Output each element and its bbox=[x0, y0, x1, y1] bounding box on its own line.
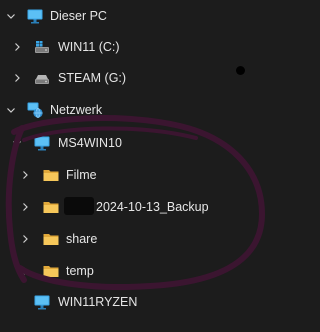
windows-drive-icon bbox=[35, 41, 49, 53]
tree-item-label: Filme bbox=[66, 168, 97, 182]
tree-item-filme[interactable]: Filme bbox=[0, 161, 291, 189]
monitor-icon bbox=[34, 136, 50, 151]
annotation-dot bbox=[236, 66, 245, 75]
chevron-right-icon[interactable] bbox=[20, 170, 30, 180]
monitor-icon bbox=[34, 295, 50, 310]
folder-icon bbox=[43, 202, 59, 213]
tree-item-share[interactable]: share bbox=[0, 225, 291, 253]
tree-item-label: STEAM (G:) bbox=[58, 71, 127, 85]
chevron-right-icon[interactable] bbox=[20, 202, 30, 212]
chevron-right-icon[interactable] bbox=[12, 42, 22, 52]
folder-icon bbox=[43, 266, 59, 277]
tree-item-win11-c[interactable]: WIN11 (C:) bbox=[0, 33, 291, 61]
tree-item-temp[interactable]: temp bbox=[0, 257, 291, 285]
tree-item-label: temp bbox=[66, 264, 94, 278]
tree-item-win11ryzen[interactable]: WIN11RYZEN bbox=[0, 288, 291, 316]
chevron-down-icon[interactable] bbox=[6, 105, 16, 115]
drive-icon bbox=[35, 75, 49, 84]
tree-item-label: share bbox=[66, 232, 98, 246]
tree-item-label: MS4WIN10 bbox=[58, 136, 122, 150]
folder-icon bbox=[43, 170, 59, 181]
tree-item-dieser-pc[interactable]: Dieser PC bbox=[0, 2, 291, 30]
tree-item-label: 2024-10-13_Backup bbox=[96, 200, 209, 214]
tree-item-netzwerk[interactable]: Netzwerk bbox=[0, 96, 291, 124]
folder-icon bbox=[43, 234, 59, 245]
redaction-blot bbox=[64, 197, 94, 215]
tree-item-steam-g[interactable]: STEAM (G:) bbox=[0, 64, 291, 92]
network-icon bbox=[27, 102, 43, 118]
tree-item-label: WIN11RYZEN bbox=[58, 295, 138, 309]
chevron-down-icon[interactable] bbox=[12, 138, 22, 148]
tree-item-ms4win10[interactable]: MS4WIN10 bbox=[0, 129, 291, 157]
tree-item-label: Netzwerk bbox=[50, 103, 103, 117]
chevron-right-icon[interactable] bbox=[12, 73, 22, 83]
chevron-right-icon[interactable] bbox=[20, 234, 30, 244]
tree-item-backup[interactable]: 2024-10-13_Backup bbox=[0, 193, 291, 221]
tree-item-label: WIN11 (C:) bbox=[58, 40, 120, 54]
monitor-icon bbox=[27, 9, 43, 24]
chevron-right-icon[interactable] bbox=[20, 266, 30, 276]
tree-item-label: Dieser PC bbox=[50, 9, 107, 23]
chevron-down-icon[interactable] bbox=[6, 11, 16, 21]
navigation-tree: Dieser PC WIN11 (C:) STEAM (G:) Netzwerk… bbox=[0, 0, 291, 332]
